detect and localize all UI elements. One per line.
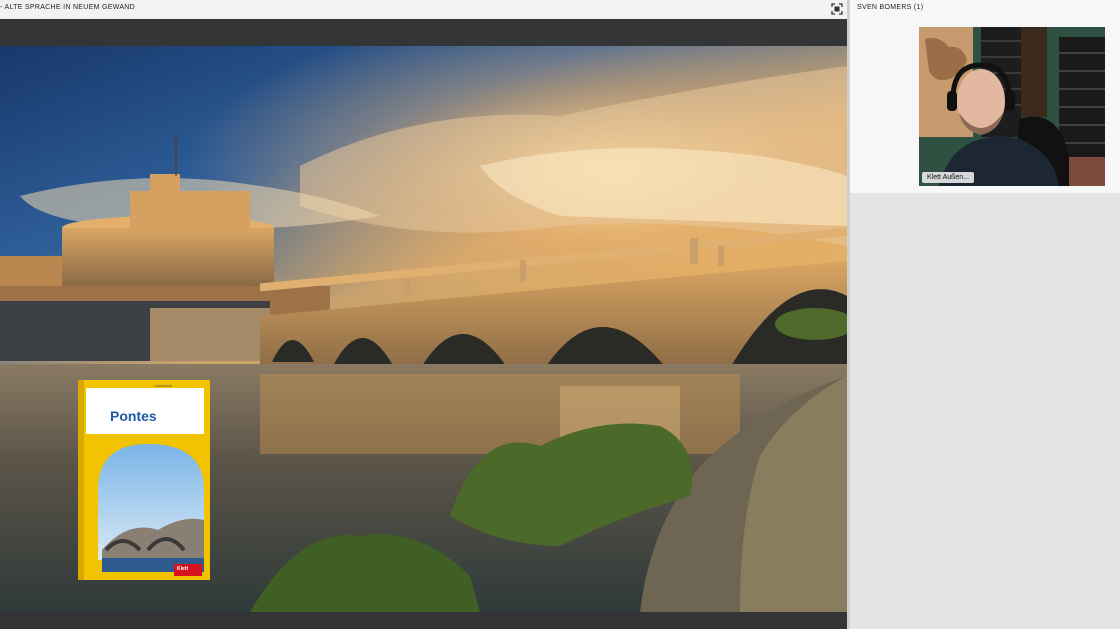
presentation-title-bar: - ALTE SPRACHE IN NEUEM GEWAND (0, 0, 847, 19)
webcam-image (919, 27, 1105, 186)
participants-empty-area (850, 193, 1120, 629)
participants-header: SVEN BOMERS (1) (857, 4, 924, 11)
book-small-text: Lateinisch (154, 383, 173, 388)
klett-logo-text: Klett (177, 566, 189, 572)
content-toolbar-strip (0, 19, 847, 46)
participant-video-tile[interactable]: Klett Außen... (919, 27, 1105, 186)
fullscreen-icon[interactable] (831, 3, 843, 15)
bridge-photo (0, 46, 847, 612)
book-title: Pontes (110, 408, 157, 424)
content-bottom-strip (0, 612, 847, 629)
shared-slide: Lateinisch Pontes Klett (0, 46, 847, 612)
participant-name-tag: Klett Außen... (922, 172, 975, 183)
presentation-title: - ALTE SPRACHE IN NEUEM GEWAND (0, 4, 136, 11)
